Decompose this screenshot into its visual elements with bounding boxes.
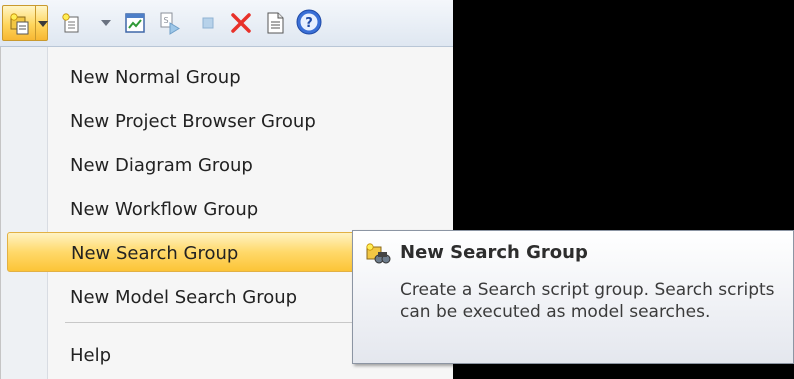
menu-item-label: Help xyxy=(70,345,112,366)
new-group-icon xyxy=(10,13,29,35)
menu-item-label: New Workflow Group xyxy=(70,199,259,220)
svg-text:S: S xyxy=(164,16,169,25)
script-toolbar: S ? xyxy=(0,0,453,47)
help-icon[interactable]: ? xyxy=(295,8,323,36)
menu-item-new-diagram-group[interactable]: New Diagram Group xyxy=(7,145,447,185)
new-group-dropdown-button[interactable] xyxy=(2,5,48,41)
menu-item-label: New Project Browser Group xyxy=(70,111,316,132)
menu-item-new-project-browser-group[interactable]: New Project Browser Group xyxy=(7,101,447,141)
svg-text:?: ? xyxy=(305,16,313,31)
chevron-down-icon[interactable] xyxy=(38,21,48,27)
new-script-icon[interactable] xyxy=(60,11,84,35)
menu-item-tooltip: New Search Group Create a Search script … xyxy=(352,230,794,364)
delete-icon[interactable] xyxy=(229,11,253,35)
menu-item-new-workflow-group[interactable]: New Workflow Group xyxy=(7,189,447,229)
menu-item-label: New Search Group xyxy=(71,243,239,264)
diagram-script-icon[interactable] xyxy=(123,11,147,35)
run-script-icon[interactable]: S xyxy=(158,11,182,35)
tooltip-description: Create a Search script group. Search scr… xyxy=(400,280,775,322)
properties-icon[interactable] xyxy=(263,11,287,35)
stop-icon[interactable] xyxy=(196,11,220,35)
menu-item-label: New Normal Group xyxy=(70,67,241,88)
search-group-icon xyxy=(366,243,391,264)
tooltip-title: New Search Group xyxy=(400,242,588,263)
menu-item-label: New Model Search Group xyxy=(70,287,298,308)
menu-item-new-normal-group[interactable]: New Normal Group xyxy=(7,57,447,97)
chevron-down-icon[interactable] xyxy=(101,20,111,26)
menu-item-label: New Diagram Group xyxy=(70,155,253,176)
